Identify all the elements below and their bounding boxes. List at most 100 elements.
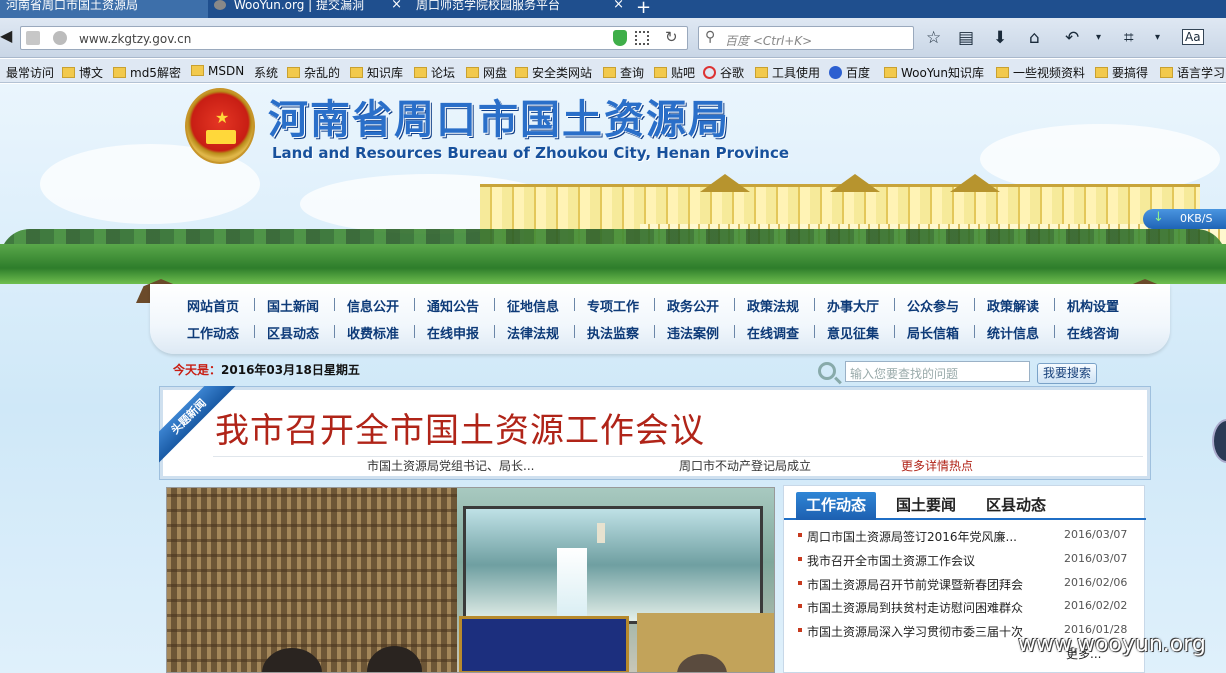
menu-item-director-mailbox[interactable]: 局长信箱 <box>907 323 959 342</box>
headline-title[interactable]: 我市召开全市国土资源工作会议 <box>215 403 705 452</box>
bookmark-star-icon[interactable]: ☆ <box>926 28 941 48</box>
news-title[interactable]: 市国土资源局深入学习贯彻市委三届十次 <box>807 623 1023 640</box>
news-title[interactable]: 市国土资源局到扶贫村走访慰问困难群众 <box>807 599 1023 616</box>
menu-item-online-application[interactable]: 在线申报 <box>427 323 479 342</box>
addon-icon[interactable]: Aa <box>1182 29 1204 45</box>
building-roof-decoration <box>950 174 1000 192</box>
dropdown-arrow-icon[interactable]: ▾ <box>1155 32 1160 43</box>
news-title[interactable]: 我市召开全市国土资源工作会议 <box>807 552 975 569</box>
url-text[interactable]: www.zkgtzy.gov.cn <box>79 32 191 46</box>
news-title[interactable]: 周口市国土资源局签订2016年党风廉... <box>807 528 1017 545</box>
bookmark-item[interactable]: 系统 <box>254 64 278 81</box>
address-bar[interactable]: www.zkgtzy.gov.cn ↻ <box>20 26 688 50</box>
bookmark-item[interactable]: 最常访问 <box>6 64 54 81</box>
headline-link[interactable]: 周口市不动产登记局成立 <box>679 457 811 474</box>
tab-work-updates[interactable]: 工作动态 <box>796 492 877 520</box>
menu-item-land-news[interactable]: 国土新闻 <box>267 296 319 315</box>
close-tab-icon[interactable]: × <box>613 0 624 11</box>
baidu-icon <box>829 66 842 79</box>
menu-row-1: 网站首页 国土新闻 信息公开 通知公告 征地信息 专项工作 政务公开 政策法规 … <box>150 296 1170 316</box>
menu-item-home[interactable]: 网站首页 <box>187 296 239 315</box>
menu-divider <box>254 325 255 338</box>
menu-item-work-updates[interactable]: 工作动态 <box>187 323 239 342</box>
crop-icon[interactable]: ⌗ <box>1124 28 1134 48</box>
browser-search-box[interactable]: ⚲ 百度 <Ctrl+K> <box>698 26 914 50</box>
menu-divider <box>1054 325 1055 338</box>
bookmark-item[interactable]: 网盘 <box>466 64 507 81</box>
menu-item-organization[interactable]: 机构设置 <box>1067 296 1119 315</box>
bookmark-item[interactable]: 谷歌 <box>703 64 744 81</box>
close-tab-icon[interactable]: × <box>391 0 402 11</box>
news-item[interactable]: 市国土资源局召开节前党课暨新春团拜会 2016/02/06 <box>784 574 1146 594</box>
folder-icon <box>414 67 427 78</box>
home-icon[interactable]: ⌂ <box>1029 28 1040 48</box>
menu-divider <box>414 325 415 338</box>
folder-icon <box>654 67 667 78</box>
site-search-button[interactable]: 我要搜索 <box>1037 363 1097 384</box>
menu-item-government-affairs[interactable]: 政务公开 <box>667 296 719 315</box>
menu-item-statistics[interactable]: 统计信息 <box>987 323 1039 342</box>
bookmark-item[interactable]: 查询 <box>603 64 644 81</box>
menu-item-policy-interpretation[interactable]: 政策解读 <box>987 296 1039 315</box>
bookmark-item[interactable]: 博文 <box>62 64 103 81</box>
bookmark-label: 知识库 <box>367 66 404 80</box>
bookmark-item[interactable]: WooYun知识库 <box>884 64 984 81</box>
site-search-input[interactable]: 输入您要查找的问题 <box>845 361 1030 382</box>
download-icon[interactable]: ⬇ <box>993 28 1007 48</box>
undo-icon[interactable]: ↶ <box>1065 28 1079 48</box>
reload-icon[interactable]: ↻ <box>665 28 678 46</box>
menu-item-feedback[interactable]: 意见征集 <box>827 323 879 342</box>
bookmark-item[interactable]: 杂乱的 <box>287 64 340 81</box>
tab-label: 周口师范学院校园服务平台 <box>416 0 561 12</box>
tab-county-updates[interactable]: 区县动态 <box>986 492 1046 520</box>
bookmark-item[interactable]: 语言学习 <box>1160 64 1225 81</box>
menu-item-laws[interactable]: 法律法规 <box>507 323 559 342</box>
bookmark-item[interactable]: 百度 <box>829 64 870 81</box>
new-tab-button[interactable]: + <box>636 0 651 18</box>
menu-item-special-work[interactable]: 专项工作 <box>587 296 639 315</box>
bookmark-label: WooYun知识库 <box>901 66 985 80</box>
bookmark-item[interactable]: 知识库 <box>350 64 403 81</box>
menu-item-public-participation[interactable]: 公众参与 <box>907 296 959 315</box>
news-date: 2016/02/06 <box>1064 576 1128 589</box>
menu-item-fee-standards[interactable]: 收费标准 <box>347 323 399 342</box>
browser-tab-wooyun[interactable]: WooYun.org | 提交漏洞 × <box>208 0 408 18</box>
news-photo[interactable] <box>166 487 775 673</box>
bookmark-item[interactable]: 一些视频资料 <box>996 64 1085 81</box>
headline-more-link[interactable]: 更多详情热点 <box>901 457 973 474</box>
news-item[interactable]: 周口市国土资源局签订2016年党风廉... 2016/03/07 <box>784 526 1146 546</box>
menu-item-service-hall[interactable]: 办事大厅 <box>827 296 879 315</box>
reading-list-icon[interactable]: ▤ <box>958 28 974 48</box>
bookmark-item[interactable]: 要搞得 <box>1095 64 1148 81</box>
menu-item-notices[interactable]: 通知公告 <box>427 296 479 315</box>
headline-link[interactable]: 市国土资源局党组书记、局长... <box>367 457 534 474</box>
menu-item-violation-cases[interactable]: 违法案例 <box>667 323 719 342</box>
back-arrow-icon[interactable]: ◀ <box>0 26 18 48</box>
news-item[interactable]: 市国土资源局到扶贫村走访慰问困难群众 2016/02/02 <box>784 597 1146 617</box>
browser-tab-zkgtzy[interactable]: 河南省周口市国土资源局 <box>0 0 208 18</box>
bookmark-label: 论坛 <box>431 66 456 80</box>
floating-side-widget[interactable] <box>1212 419 1226 463</box>
browser-tab-zknu[interactable]: 周口师范学院校园服务平台 × <box>410 0 630 18</box>
news-title[interactable]: 市国土资源局召开节前党课暨新春团拜会 <box>807 576 1023 593</box>
qr-code-icon[interactable] <box>635 31 649 45</box>
menu-item-online-consultation[interactable]: 在线咨询 <box>1067 323 1119 342</box>
bookmark-item[interactable]: 贴吧 <box>654 64 695 81</box>
news-item[interactable]: 我市召开全市国土资源工作会议 2016/03/07 <box>784 550 1146 570</box>
bookmark-label: 百度 <box>846 66 871 80</box>
dropdown-arrow-icon[interactable]: ▾ <box>1096 32 1101 43</box>
bookmark-item[interactable]: 工具使用 <box>755 64 820 81</box>
tab-land-news[interactable]: 国土要闻 <box>896 492 956 520</box>
bookmark-item[interactable]: 安全类网站 <box>515 64 592 81</box>
menu-item-policies[interactable]: 政策法规 <box>747 296 799 315</box>
bookmark-item[interactable]: md5解密 <box>113 64 181 81</box>
menu-item-online-survey[interactable]: 在线调查 <box>747 323 799 342</box>
security-shield-icon[interactable] <box>613 30 627 46</box>
menu-item-law-enforcement[interactable]: 执法监察 <box>587 323 639 342</box>
bookmark-item[interactable]: MSDN <box>191 64 244 78</box>
bookmark-item[interactable]: 论坛 <box>414 64 455 81</box>
menu-item-land-acquisition[interactable]: 征地信息 <box>507 296 559 315</box>
menu-item-info-disclosure[interactable]: 信息公开 <box>347 296 399 315</box>
menu-item-county-updates[interactable]: 区县动态 <box>267 323 319 342</box>
network-speed-widget[interactable]: ↓ 0KB/S <box>1143 209 1226 229</box>
